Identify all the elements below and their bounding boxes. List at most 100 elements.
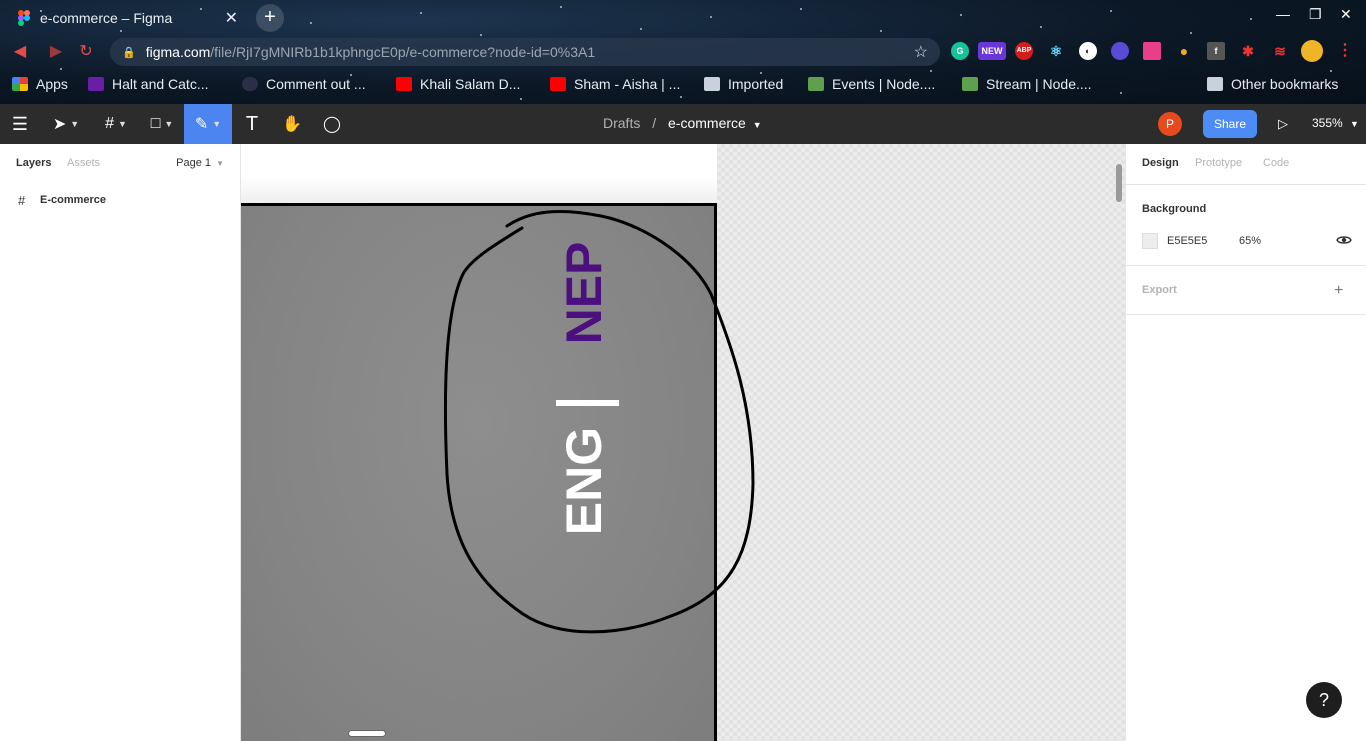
tab-design[interactable]: Design bbox=[1142, 157, 1179, 169]
bookmark-events-node[interactable]: Events | Node.... bbox=[808, 76, 935, 92]
breadcrumb-drafts[interactable]: Drafts bbox=[603, 115, 640, 131]
tab-prototype[interactable]: Prototype bbox=[1195, 157, 1242, 169]
facebook-icon[interactable]: f bbox=[1207, 42, 1225, 60]
bookmark-folder-imported[interactable]: Imported bbox=[704, 76, 783, 92]
bookmark-label: Sham - Aisha | ... bbox=[574, 76, 681, 92]
browser-tab-active[interactable]: e-commerce – Figma ✕ bbox=[8, 4, 248, 32]
maximize-icon[interactable]: ❐ bbox=[1309, 6, 1322, 23]
zoom-dropdown[interactable]: 355% ▼ bbox=[1312, 116, 1359, 130]
bookmark-label: Apps bbox=[36, 76, 68, 92]
hand-icon: ✋ bbox=[282, 116, 302, 133]
frame-tool-button[interactable]: # ▼ bbox=[94, 104, 138, 144]
reload-icon[interactable]: ↻ bbox=[76, 42, 96, 62]
pen-drawn-circle-annotation[interactable] bbox=[241, 144, 1125, 741]
chevron-down-icon: ▼ bbox=[212, 119, 222, 129]
bookmark-star-icon[interactable]: ☆ bbox=[914, 42, 928, 62]
vertical-scrollbar[interactable] bbox=[1116, 164, 1122, 202]
layer-row-frame[interactable]: # E-commerce bbox=[0, 192, 240, 208]
extension-gradient-icon[interactable] bbox=[1143, 42, 1161, 60]
background-hex-value[interactable]: E5E5E5 bbox=[1167, 235, 1207, 247]
minimize-icon[interactable]: — bbox=[1276, 6, 1290, 22]
comment-tool-button[interactable]: ◯ bbox=[318, 104, 346, 144]
frame-hash-icon: # bbox=[18, 192, 26, 208]
new-tab-button[interactable]: + bbox=[256, 4, 284, 32]
extension-red-icon[interactable]: ✱ bbox=[1239, 42, 1257, 60]
page-selector-label: Page 1 bbox=[176, 157, 212, 169]
present-play-icon[interactable]: ▷ bbox=[1274, 114, 1292, 134]
youtube-icon bbox=[550, 77, 566, 91]
forward-icon[interactable]: ▶ bbox=[46, 42, 66, 62]
bookmark-comment-out[interactable]: Comment out ... bbox=[242, 76, 366, 92]
lock-icon: 🔒 bbox=[122, 46, 136, 59]
chevron-down-icon: ▼ bbox=[216, 159, 224, 168]
bookmark-label: Imported bbox=[728, 76, 784, 92]
bookmark-stream-node[interactable]: Stream | Node.... bbox=[962, 76, 1092, 92]
chevron-down-icon: ▼ bbox=[164, 119, 174, 129]
extension-color-icon[interactable] bbox=[1111, 42, 1129, 60]
tab-code[interactable]: Code bbox=[1263, 157, 1289, 169]
move-tool-button[interactable]: ➤ ▼ bbox=[44, 104, 88, 144]
background-opacity-value[interactable]: 65% bbox=[1239, 235, 1261, 247]
bookmark-label: Events | Node.... bbox=[832, 76, 936, 92]
frame-hash-icon: # bbox=[105, 115, 114, 132]
extension-circle-icon[interactable]: ◐ bbox=[1079, 42, 1097, 60]
page-selector[interactable]: Page 1 ▼ bbox=[176, 157, 224, 169]
background-section-title: Background bbox=[1142, 203, 1207, 215]
close-tab-icon[interactable]: ✕ bbox=[225, 8, 238, 28]
share-button[interactable]: Share bbox=[1203, 110, 1257, 138]
bookmark-sham-aisha[interactable]: Sham - Aisha | ... bbox=[550, 76, 680, 92]
breadcrumb-separator: / bbox=[652, 115, 657, 131]
properties-panel: Design Prototype Code Background E5E5E5 … bbox=[1125, 144, 1366, 741]
chevron-down-icon: ▼ bbox=[70, 119, 80, 129]
text-icon: T bbox=[245, 112, 259, 135]
file-name[interactable]: e-commerce bbox=[668, 115, 746, 131]
zoom-level: 355% bbox=[1312, 116, 1343, 130]
back-icon[interactable]: ◀ bbox=[10, 42, 30, 62]
cursor-icon: ➤ bbox=[52, 116, 67, 133]
design-canvas[interactable]: NEP ENG bbox=[241, 144, 1125, 741]
tab-layers[interactable]: Layers bbox=[16, 157, 51, 169]
url-path: /file/RjI7gMNIRb1b1kphngcE0p/e-commerce?… bbox=[210, 44, 596, 60]
chevron-down-icon[interactable]: ▼ bbox=[753, 120, 762, 130]
add-export-plus-icon[interactable]: + bbox=[1334, 282, 1343, 300]
divider bbox=[1126, 265, 1366, 266]
react-devtools-icon[interactable]: ⚛ bbox=[1047, 42, 1065, 60]
chevron-down-icon: ▼ bbox=[1350, 119, 1359, 129]
angular-icon bbox=[242, 77, 258, 91]
url-host: figma.com bbox=[145, 44, 211, 60]
tab-assets[interactable]: Assets bbox=[67, 157, 100, 169]
folder-icon bbox=[1207, 77, 1223, 91]
eye-icon[interactable] bbox=[1336, 232, 1352, 248]
close-window-icon[interactable]: ✕ bbox=[1340, 6, 1352, 23]
bookmark-other[interactable]: Other bookmarks bbox=[1207, 76, 1338, 92]
horizontal-scrollbar[interactable] bbox=[348, 730, 386, 737]
main-menu-icon[interactable]: ☰ bbox=[0, 104, 40, 144]
text-tool-button[interactable]: T bbox=[238, 104, 266, 144]
address-bar[interactable]: 🔒 figma.com /file/RjI7gMNIRb1b1kphngcE0p… bbox=[110, 38, 940, 66]
chrome-menu-icon[interactable]: ⋮ bbox=[1336, 42, 1354, 60]
layers-panel: Layers Assets Page 1 ▼ # E-commerce bbox=[0, 144, 241, 741]
bookmark-label: Comment out ... bbox=[266, 76, 366, 92]
bookmark-halt-and-catch[interactable]: Halt and Catc... bbox=[88, 76, 209, 92]
divider bbox=[1126, 184, 1366, 185]
hand-tool-button[interactable]: ✋ bbox=[278, 104, 306, 144]
user-avatar[interactable]: P bbox=[1158, 112, 1182, 136]
folder-icon bbox=[704, 77, 720, 91]
help-button[interactable]: ? bbox=[1306, 682, 1342, 718]
left-panel-tabs: Layers Assets Page 1 ▼ bbox=[0, 144, 240, 184]
grammarly-icon[interactable]: G bbox=[951, 42, 969, 60]
extension-new-badge[interactable]: NEW bbox=[978, 42, 1006, 60]
bookmark-khali-salam[interactable]: Khali Salam D... bbox=[396, 76, 520, 92]
pen-tool-button[interactable]: ✎ ▼ bbox=[184, 104, 232, 144]
youtube-icon bbox=[396, 77, 412, 91]
nodejs-icon bbox=[808, 77, 824, 91]
extension-fox-icon[interactable]: ● bbox=[1175, 42, 1193, 60]
bookmark-label: Other bookmarks bbox=[1231, 76, 1339, 92]
profile-avatar-icon[interactable] bbox=[1301, 40, 1323, 62]
background-color-swatch[interactable] bbox=[1142, 233, 1158, 249]
shape-tool-button[interactable]: □ ▼ bbox=[140, 104, 184, 144]
bookmarks-bar: Apps Halt and Catc... Comment out ... Kh… bbox=[0, 72, 1366, 98]
bookmark-apps[interactable]: Apps bbox=[12, 76, 68, 92]
extension-lines-icon[interactable]: ≋ bbox=[1271, 42, 1289, 60]
adblock-icon[interactable]: ABP bbox=[1015, 42, 1033, 60]
